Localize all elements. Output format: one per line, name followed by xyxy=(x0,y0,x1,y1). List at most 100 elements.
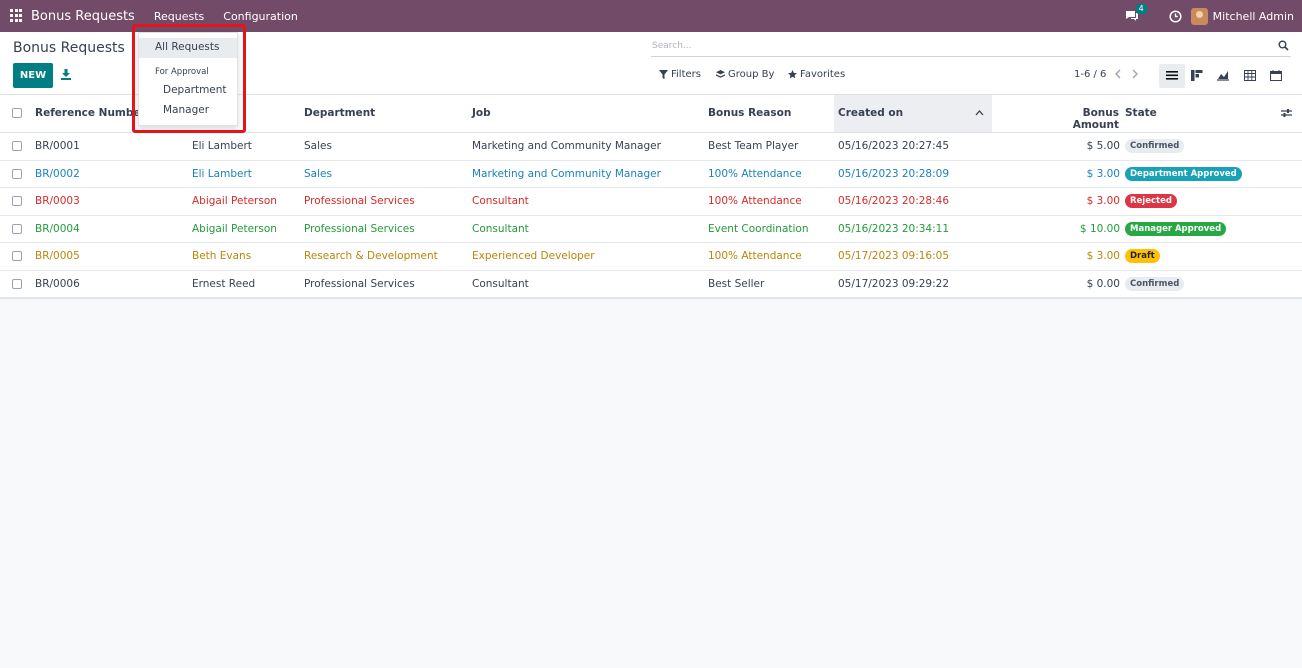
cell-department: Professional Services xyxy=(304,277,415,290)
apps-menu-icon[interactable] xyxy=(10,9,24,23)
chat-icon[interactable]: 4 xyxy=(1125,4,1147,22)
table-row[interactable]: BR/0005 Beth Evans Research & Development E… xyxy=(0,243,1302,271)
column-settings-icon[interactable] xyxy=(1281,108,1292,118)
cell-employee: Abigail Peterson xyxy=(192,222,277,235)
row-checkbox[interactable] xyxy=(12,223,22,234)
cell-amount: $ 5.00 xyxy=(1086,140,1120,152)
cell-reference: BR/0001 xyxy=(35,140,80,152)
cell-created: 05/16/2023 20:28:09 xyxy=(838,167,950,180)
new-button[interactable]: NEW xyxy=(13,63,53,88)
table-body: BR/0001 Eli Lambert Sales Marketing and Com… xyxy=(0,133,1302,298)
cell-reason: Best Team Player xyxy=(708,140,799,152)
chat-count-badge: 4 xyxy=(1135,4,1147,14)
cell-job: Marketing and Community Manager xyxy=(472,167,661,180)
pager-value[interactable]: 1-6 / 6 xyxy=(1074,69,1106,80)
cell-amount: $ 3.00 xyxy=(1086,167,1120,180)
select-all-checkbox[interactable] xyxy=(12,108,22,118)
calendar-view-icon[interactable] xyxy=(1270,70,1282,81)
cell-department: Research & Development xyxy=(304,250,438,262)
status-badge: Draft xyxy=(1125,249,1160,263)
cell-job: Consultant xyxy=(472,277,529,290)
header-department[interactable]: Department xyxy=(304,107,375,119)
cell-reason: 100% Attendance xyxy=(708,250,802,262)
row-checkbox[interactable] xyxy=(12,278,22,289)
cell-amount: $ 10.00 xyxy=(1079,222,1120,235)
cell-job: Consultant xyxy=(472,195,529,207)
cell-reference: BR/0006 xyxy=(35,277,80,290)
table-row[interactable]: BR/0002 Eli Lambert Sales Marketing and Com… xyxy=(0,161,1302,188)
sort-asc-icon[interactable] xyxy=(975,109,984,116)
chevron-right-icon[interactable] xyxy=(1131,69,1139,79)
app-brand[interactable]: Bonus Requests xyxy=(31,9,135,24)
user-name[interactable]: Mitchell Admin xyxy=(1213,10,1294,23)
row-checkbox[interactable] xyxy=(12,196,22,206)
cell-department: Professional Services xyxy=(304,195,415,207)
kanban-view-icon[interactable] xyxy=(1191,70,1203,81)
row-checkbox[interactable] xyxy=(12,168,22,179)
cell-reference: BR/0005 xyxy=(35,250,80,262)
pivot-view-icon[interactable] xyxy=(1244,70,1256,81)
cell-employee: Eli Lambert xyxy=(192,167,252,180)
groupby-button[interactable]: Group By xyxy=(716,69,774,80)
header-created[interactable]: Created on xyxy=(838,107,903,119)
filter-icon xyxy=(659,70,668,79)
table-row[interactable]: BR/0003 Abigail Peterson Professional Serv… xyxy=(0,188,1302,216)
header-state[interactable]: State xyxy=(1125,107,1157,119)
star-icon xyxy=(788,70,797,79)
cell-created: 05/17/2023 09:16:05 xyxy=(838,250,950,262)
cell-job: Marketing and Community Manager xyxy=(472,140,661,152)
row-checkbox[interactable] xyxy=(12,251,22,261)
search-icon[interactable] xyxy=(1278,40,1289,51)
chevron-left-icon[interactable] xyxy=(1114,69,1122,79)
cell-reference: BR/0002 xyxy=(35,167,80,180)
cell-department: Sales xyxy=(304,140,332,152)
layers-icon xyxy=(716,70,725,78)
groupby-label: Group By xyxy=(728,69,775,80)
cell-created: 05/16/2023 20:28:46 xyxy=(838,195,950,207)
favorites-label: Favorites xyxy=(800,69,846,80)
search-bar xyxy=(651,37,1291,57)
cell-created: 05/17/2023 09:29:22 xyxy=(838,277,950,290)
cell-employee: Ernest Reed xyxy=(192,277,256,290)
table-row[interactable]: BR/0001 Eli Lambert Sales Marketing and Com… xyxy=(0,133,1302,161)
cell-reference: BR/0004 xyxy=(35,222,80,235)
cell-job: Experienced Developer xyxy=(472,250,595,262)
status-badge: Manager Approved xyxy=(1125,221,1227,236)
cell-reason: 100% Attendance xyxy=(708,167,802,180)
highlight-annotation-box xyxy=(132,24,246,133)
cell-created: 05/16/2023 20:34:11 xyxy=(838,222,950,235)
cell-job: Consultant xyxy=(472,222,529,235)
graph-view-icon[interactable] xyxy=(1217,70,1229,81)
clock-icon[interactable] xyxy=(1169,9,1182,23)
cell-employee: Abigail Peterson xyxy=(192,195,277,207)
cell-amount: $ 0.00 xyxy=(1086,277,1120,290)
menu-configuration[interactable]: Configuration xyxy=(223,10,298,23)
cell-amount: $ 3.00 xyxy=(1086,195,1120,207)
cell-created: 05/16/2023 20:27:45 xyxy=(838,140,950,152)
search-input[interactable] xyxy=(651,37,1251,55)
download-icon[interactable] xyxy=(61,69,71,80)
status-badge: Confirmed xyxy=(1125,139,1185,153)
cell-department: Professional Services xyxy=(304,222,415,235)
header-reference[interactable]: Reference Number xyxy=(35,107,146,119)
cell-employee: Eli Lambert xyxy=(192,140,252,152)
cell-reference: BR/0003 xyxy=(35,195,80,207)
favorites-button[interactable]: Favorites xyxy=(788,69,845,80)
filters-label: Filters xyxy=(671,69,701,80)
cell-department: Sales xyxy=(304,167,332,180)
avatar[interactable] xyxy=(1190,7,1208,25)
cell-reason: Best Seller xyxy=(708,277,765,290)
header-job[interactable]: Job xyxy=(472,107,491,119)
table-row[interactable]: BR/0004 Abigail Peterson Professional Serv… xyxy=(0,216,1302,243)
menu-requests[interactable]: Requests xyxy=(154,10,204,23)
header-amount[interactable]: Bonus Amount xyxy=(1039,107,1119,131)
header-reason[interactable]: Bonus Reason xyxy=(708,107,791,119)
filters-button[interactable]: Filters xyxy=(659,69,701,80)
cell-reason: 100% Attendance xyxy=(708,195,802,207)
status-badge: Confirmed xyxy=(1125,276,1185,291)
cell-amount: $ 3.00 xyxy=(1086,250,1120,262)
table-row[interactable]: BR/0006 Ernest Reed Professional Services C… xyxy=(0,271,1302,298)
list-view-icon[interactable] xyxy=(1166,70,1178,81)
cell-reason: Event Coordination xyxy=(708,222,809,235)
row-checkbox[interactable] xyxy=(12,141,22,151)
